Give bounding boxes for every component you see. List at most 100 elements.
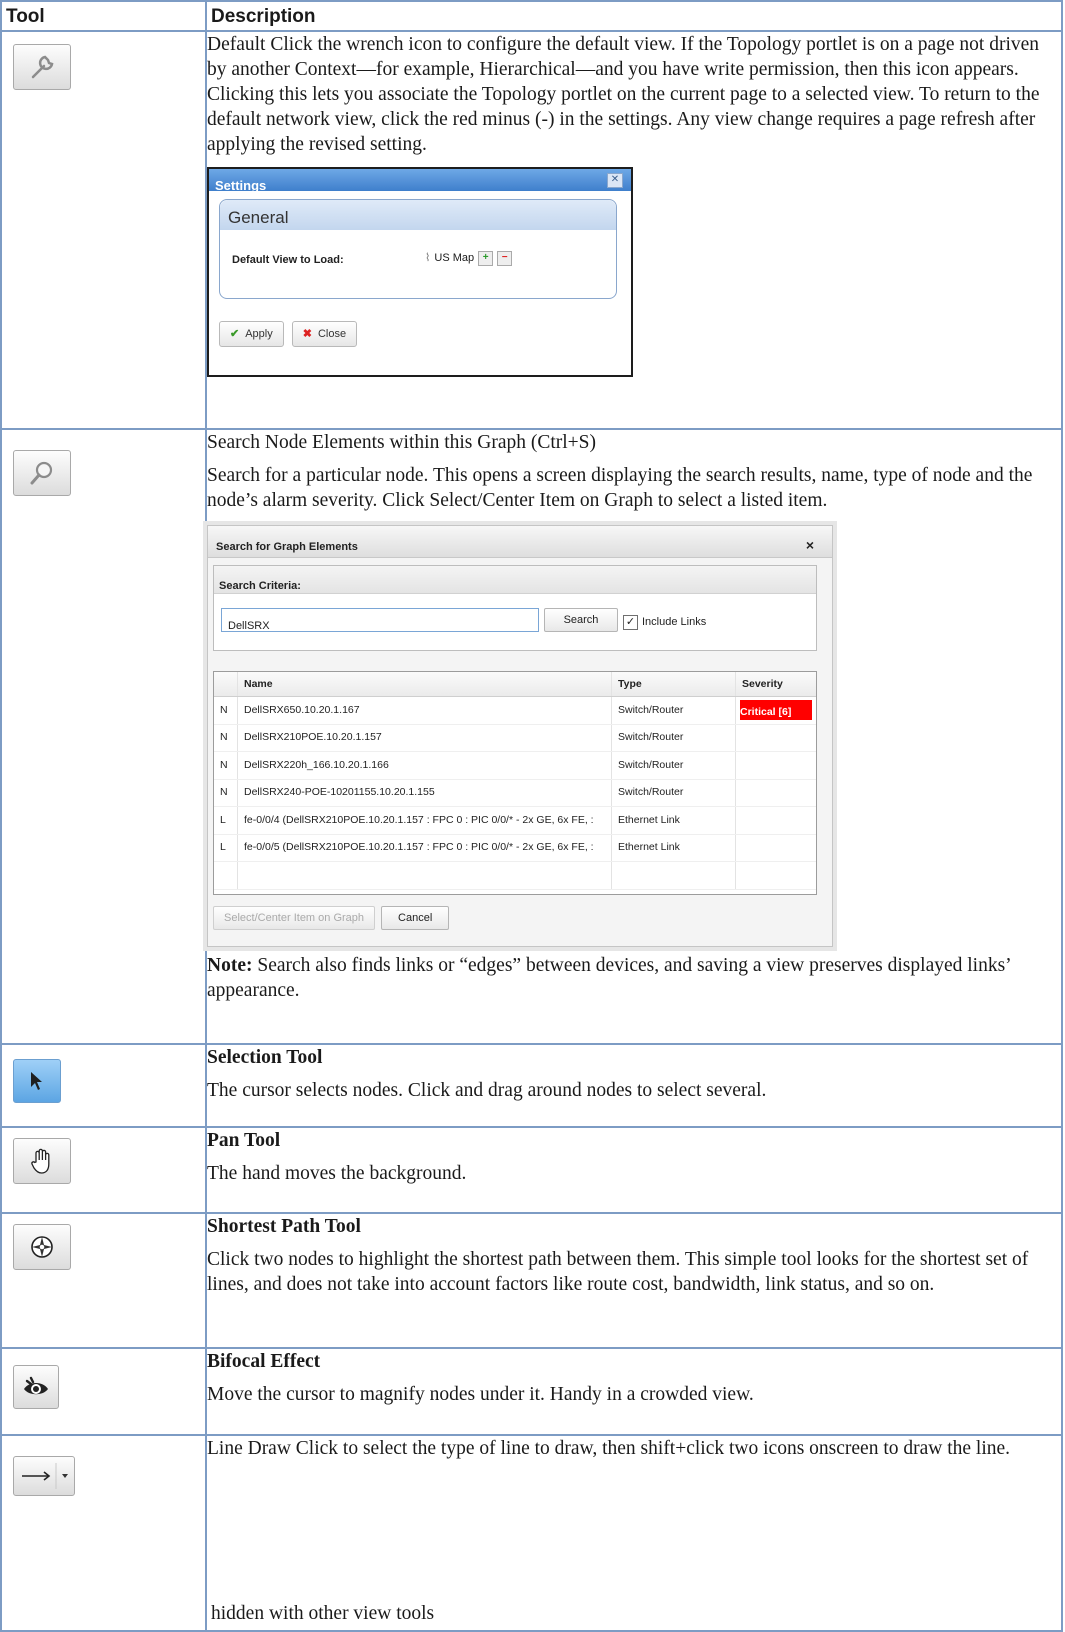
name-cell: DellSRX220h_166.10.20.1.166 xyxy=(238,752,612,779)
severity-cell xyxy=(736,835,816,862)
bifocal-title-text: Bifocal Effect xyxy=(207,1351,321,1372)
search-description: Search for a particular node. This opens… xyxy=(207,465,1033,511)
empty-cell xyxy=(214,862,238,889)
description-cell: Default Click the wrench icon to configu… xyxy=(205,30,1063,430)
table-row[interactable]: N DellSRX240-POE-10201155.10.20.1.155 Swit… xyxy=(214,779,816,807)
tool-cell xyxy=(0,30,207,430)
plus-icon[interactable]: + xyxy=(478,251,494,266)
selection-title: Selection Tool xyxy=(207,1045,1061,1070)
kind-cell: N xyxy=(214,724,238,751)
search-button[interactable]: Search xyxy=(544,608,618,632)
selection-description: The cursor selects nodes. Click and drag… xyxy=(207,1080,767,1101)
table-row[interactable]: N DellSRX220h_166.10.20.1.166 Switch/Route… xyxy=(214,752,816,780)
apply-button[interactable]: ✔ Apply xyxy=(219,321,284,347)
selection-title-text: Selection Tool xyxy=(207,1047,323,1068)
apply-label: Apply xyxy=(245,327,273,340)
name-cell: DellSRX210POE.10.20.1.157 xyxy=(238,724,612,751)
table-row: Line Draw Click to select the type of li… xyxy=(0,1434,1063,1632)
column-header-description: Description xyxy=(205,0,1063,32)
table-row: Bifocal Effect Move the cursor to magnif… xyxy=(0,1347,1063,1436)
name-header[interactable]: Name xyxy=(238,672,612,696)
tools-table: Tool Description Default Click the wrenc… xyxy=(0,0,1063,1632)
settings-group: General Default View to Load: ⌇ US Map +… xyxy=(219,199,617,299)
hand-icon[interactable] xyxy=(13,1138,71,1184)
check-icon: ✔ xyxy=(230,327,240,340)
pan-title: Pan Tool xyxy=(207,1128,1061,1153)
table-row: Pan Tool The hand moves the background. xyxy=(0,1126,1063,1214)
kind-header xyxy=(214,672,238,696)
empty-row xyxy=(214,862,816,890)
shortest-description: Click two nodes to highlight the shortes… xyxy=(207,1249,1029,1295)
close-label: Close xyxy=(317,327,347,340)
table-row[interactable]: Lfe-0/0/5 (DellSRX210POE.10.20.1.157 : F… xyxy=(214,834,816,862)
select-center-button[interactable]: Select/Center Item on Graph xyxy=(213,906,376,930)
search-note: Note: Search also finds links or “edges”… xyxy=(207,953,1061,1003)
results-table: Name Type Severity N DellSRX650.10.20.1.1… xyxy=(213,671,817,895)
tool-cell xyxy=(0,428,207,1045)
settings-buttons: ✔ Apply ✖ Close xyxy=(219,321,358,347)
search-criteria-box: Search Criteria: DellSRX Search ✓ Includ… xyxy=(213,565,817,651)
search-dialog: Search for Graph Elements × Search Crite… xyxy=(207,525,833,947)
default-view-value: ⌇ US Map + − xyxy=(425,246,513,271)
type-header[interactable]: Type xyxy=(612,672,736,696)
close-icon[interactable]: ✕ xyxy=(607,173,623,188)
magnifier-icon[interactable] xyxy=(13,450,71,496)
note-label: Note: xyxy=(207,955,253,976)
name-cell: fe-0/0/4 (DellSRX210POE.10.20.1.157 : FP… xyxy=(238,807,612,834)
map-icon: ⌇ xyxy=(425,252,431,264)
type-cell: Switch/Router xyxy=(612,779,736,806)
search-input[interactable]: DellSRX xyxy=(221,608,539,632)
empty-cell xyxy=(612,862,736,889)
close-button[interactable]: ✖ Close xyxy=(291,321,358,347)
arrow-right-dropdown-icon[interactable] xyxy=(13,1456,75,1496)
kind-cell: L xyxy=(214,834,238,861)
kind-cell: L xyxy=(214,807,238,834)
tool-cell xyxy=(0,1212,207,1349)
search-dialog-buttons: Select/Center Item on Graph Cancel xyxy=(213,906,450,930)
search-dialog-title: Search for Graph Elements xyxy=(208,526,832,558)
default-description: Default Click the wrench icon to configu… xyxy=(207,34,1040,155)
severity-cell xyxy=(736,752,816,779)
description-cell: Pan Tool The hand moves the background. xyxy=(205,1126,1063,1214)
name-cell: DellSRX650.10.20.1.167 xyxy=(238,697,612,724)
kind-cell: N xyxy=(214,779,238,806)
description-cell: Line Draw Click to select the type of li… xyxy=(205,1434,1063,1632)
pan-title-text: Pan Tool xyxy=(207,1130,281,1151)
type-cell: Switch/Router xyxy=(612,724,736,751)
close-icon[interactable]: × xyxy=(806,533,814,558)
shortest-title-text: Shortest Path Tool xyxy=(207,1216,361,1237)
pan-description: The hand moves the background. xyxy=(207,1163,467,1184)
cancel-button[interactable]: Cancel xyxy=(381,906,450,930)
table-row: Shortest Path Tool Click two nodes to hi… xyxy=(0,1212,1063,1349)
type-cell: Ethernet Link xyxy=(612,807,736,834)
settings-title: Settings xyxy=(209,169,631,193)
table-row[interactable]: N DellSRX210POE.10.20.1.157 Switch/Router xyxy=(214,724,816,752)
description-cell: Shortest Path Tool Click two nodes to hi… xyxy=(205,1212,1063,1349)
severity-cell xyxy=(736,725,816,752)
type-cell: Ethernet Link xyxy=(612,834,736,861)
empty-cell xyxy=(238,862,612,889)
settings-group-title: General xyxy=(220,200,616,230)
kind-cell: N xyxy=(214,752,238,779)
shortest-title: Shortest Path Tool xyxy=(207,1214,1061,1239)
type-cell: Switch/Router xyxy=(612,697,736,724)
cursor-arrow-icon[interactable] xyxy=(13,1059,61,1103)
wrench-icon[interactable] xyxy=(13,44,71,90)
table-row[interactable]: Lfe-0/0/4 (DellSRX210POE.10.20.1.157 : F… xyxy=(214,807,816,835)
bifocal-title: Bifocal Effect xyxy=(207,1349,1061,1374)
description-cell: Selection Tool The cursor selects nodes.… xyxy=(205,1043,1063,1128)
minus-icon[interactable]: − xyxy=(497,251,513,266)
bifocal-description: Move the cursor to magnify nodes under i… xyxy=(207,1384,754,1405)
include-links-checkbox[interactable]: ✓ Include Links xyxy=(623,610,706,635)
note-text: Search also finds links or “edges” betwe… xyxy=(207,955,1011,1001)
table-row[interactable]: N DellSRX650.10.20.1.167 Switch/Router Crit… xyxy=(214,697,816,725)
include-links-label: Include Links xyxy=(642,616,707,628)
compass-icon[interactable] xyxy=(13,1224,71,1270)
description-cell: Search Node Elements within this Graph (… xyxy=(205,428,1063,1045)
settings-dialog: Settings ✕ General Default View to Load:… xyxy=(207,167,633,377)
table-row: Search Node Elements within this Graph (… xyxy=(0,428,1063,1045)
severity-cell: Critical [6] xyxy=(736,697,816,724)
eye-icon[interactable] xyxy=(13,1365,59,1409)
search-criteria-label: Search Criteria: xyxy=(214,566,816,594)
severity-header[interactable]: Severity xyxy=(736,672,816,696)
